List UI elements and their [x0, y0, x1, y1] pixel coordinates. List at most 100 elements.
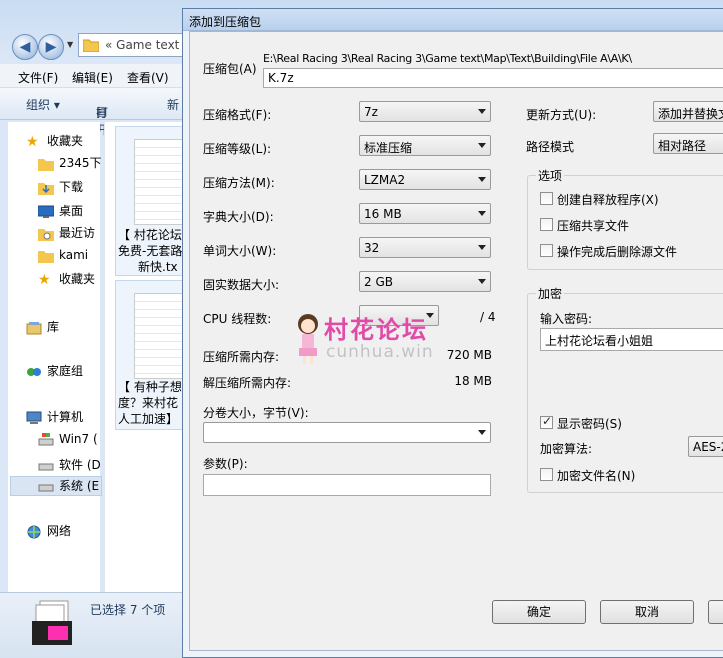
- nav-downloads[interactable]: 下载: [38, 178, 83, 198]
- menu-file[interactable]: 文件(F): [18, 69, 58, 86]
- create-sfx-label: 创建自释放程序(X): [557, 193, 659, 207]
- options-title: 选项: [536, 167, 565, 184]
- update-mode-select[interactable]: 添加并替换文: [653, 101, 723, 122]
- breadcrumb-separator: «: [105, 38, 117, 52]
- solid-block-select[interactable]: 2 GB: [359, 271, 491, 292]
- multiple-files-icon: [32, 600, 72, 645]
- details-pane: 已选择 7 个项: [0, 592, 185, 658]
- menu-edit[interactable]: 编辑(E): [72, 69, 113, 86]
- password-value: 上村花论坛看小姐姐: [545, 334, 654, 348]
- password-input[interactable]: 上村花论坛看小姐姐: [540, 328, 723, 351]
- nav-label: 2345下: [59, 156, 102, 170]
- update-mode-label: 更新方式(U):: [526, 108, 597, 122]
- level-value: 标准压缩: [364, 141, 413, 155]
- cpu-threads-label: CPU 线程数:: [203, 312, 272, 326]
- level-select[interactable]: 标准压缩: [359, 135, 491, 156]
- breadcrumb[interactable]: Game text: [116, 38, 179, 52]
- split-volume-select[interactable]: [203, 422, 491, 443]
- options-group: 选项 创建自释放程序(X) 压缩共享文件 操作完成后删除源文件: [527, 167, 723, 270]
- nav-desktop[interactable]: 桌面: [38, 202, 83, 222]
- nav-label: 库: [47, 320, 60, 334]
- word-size-select[interactable]: 32: [359, 237, 491, 258]
- folder-icon: [83, 39, 99, 52]
- nav-label: 计算机: [47, 410, 84, 424]
- word-size-value: 32: [364, 241, 380, 255]
- password-label: 输入密码:: [540, 312, 593, 326]
- watermark-url: cunhua.win: [326, 342, 434, 362]
- nav-label: 下载: [59, 180, 84, 194]
- organize-button[interactable]: 组织 ▾: [26, 96, 60, 113]
- nav-network[interactable]: 网络: [26, 522, 71, 542]
- nav-homegroup[interactable]: 家庭组: [26, 362, 83, 382]
- archive-name-input[interactable]: K.7z: [263, 68, 723, 88]
- help-button[interactable]: [708, 600, 723, 624]
- back-arrow-icon: ◀: [19, 39, 31, 55]
- library-icon: [26, 321, 42, 334]
- new-folder-button[interactable]: 新: [167, 96, 179, 113]
- method-label: 压缩方法(M):: [203, 176, 275, 190]
- ok-button[interactable]: 确定: [492, 600, 586, 624]
- folder-icon: [38, 250, 54, 263]
- file-list: 【 村花论坛 免费-无套路 新快.tx 【 有种子想 度？来村花 人工加速】: [104, 122, 193, 592]
- nav-computer[interactable]: 计算机: [26, 408, 83, 428]
- menu-bar: 文件(F) 编辑(E) 查看(V): [0, 64, 185, 88]
- menu-view[interactable]: 查看(V): [127, 69, 169, 86]
- recent-pages-dropdown[interactable]: ▼: [67, 40, 73, 49]
- nav-kami[interactable]: kami: [38, 248, 88, 268]
- girl-mascot-icon: [298, 314, 318, 364]
- split-volume-label: 分卷大小，字节(V):: [203, 406, 309, 420]
- folder-icon: [38, 158, 54, 171]
- checkbox-box: [540, 192, 553, 205]
- format-select[interactable]: 7z: [359, 101, 491, 122]
- dictionary-select[interactable]: 16 MB: [359, 203, 491, 224]
- nav-drive-software[interactable]: 软件 (D: [38, 456, 101, 476]
- nav-label: kami: [59, 248, 89, 262]
- dialog-titlebar: 添加到压缩包: [183, 9, 723, 31]
- path-mode-select[interactable]: 相对路径: [653, 133, 723, 154]
- checkbox-box-checked: [540, 414, 553, 429]
- solid-block-value: 2 GB: [364, 275, 393, 289]
- add-to-archive-dialog: 添加到压缩包 压缩包(A) E:\Real Racing 3\Real Raci…: [182, 8, 723, 658]
- nav-drive-system[interactable]: 系统 (E: [10, 476, 102, 496]
- forward-button[interactable]: ▶: [38, 34, 64, 60]
- checkbox-box: [540, 244, 553, 257]
- solid-block-label: 固实数据大小:: [203, 278, 280, 292]
- method-select[interactable]: LZMA2: [359, 169, 491, 190]
- encryption-method-label: 加密算法:: [540, 442, 593, 456]
- nav-label: Win7 (: [59, 432, 98, 446]
- decompress-memory-value: 18 MB: [454, 374, 492, 388]
- nav-drive-win7[interactable]: Win7 (: [38, 432, 98, 452]
- chevron-down-icon: [478, 143, 486, 148]
- chevron-down-icon: [478, 279, 486, 284]
- parameters-input[interactable]: [203, 474, 491, 496]
- encryption-group: 加密 输入密码: 上村花论坛看小姐姐 显示密码(S) 加密算法: AES-25 …: [527, 285, 723, 493]
- back-button[interactable]: ◀: [12, 34, 38, 60]
- text-file-icon: [134, 139, 186, 225]
- encryption-method-select[interactable]: AES-25: [688, 436, 723, 457]
- watermark: 村花论坛 cunhua.win: [294, 308, 494, 370]
- navigation-pane: ★ 收藏夹 2345下 下载 桌面 最近访 kami ★ 收藏夹 库 家庭组 计算机…: [8, 122, 102, 592]
- path-mode-label: 路径模式: [526, 140, 575, 154]
- method-value: LZMA2: [364, 173, 406, 187]
- watermark-text: 村花论坛: [324, 316, 428, 344]
- nav-favorites[interactable]: ★ 收藏夹: [26, 132, 83, 152]
- delete-after-label: 操作完成后删除源文件: [557, 245, 678, 259]
- update-mode-value: 添加并替换文: [658, 107, 723, 121]
- nav-label: 收藏夹: [47, 134, 84, 148]
- recent-places-icon: [38, 228, 54, 241]
- dialog-body: 压缩包(A) E:\Real Racing 3\Real Racing 3\Ga…: [189, 31, 723, 651]
- compress-memory-label: 压缩所需内存:: [203, 350, 280, 364]
- nav-libraries[interactable]: 库: [26, 318, 59, 338]
- nav-favorites-2[interactable]: ★ 收藏夹: [38, 270, 95, 290]
- text-file-icon: [134, 293, 186, 379]
- address-bar[interactable]: « Game text: [78, 33, 188, 57]
- forward-arrow-icon: ▶: [45, 39, 57, 55]
- format-value: 7z: [364, 105, 378, 119]
- selection-status: 已选择 7 个项: [90, 603, 166, 617]
- archive-name-value: K.7z: [268, 71, 294, 85]
- drive-icon: [38, 463, 54, 470]
- cancel-button[interactable]: 取消: [600, 600, 694, 624]
- nav-2345-downloads[interactable]: 2345下: [38, 154, 102, 174]
- chevron-down-icon: [478, 430, 486, 435]
- nav-recent-places[interactable]: 最近访: [38, 224, 95, 244]
